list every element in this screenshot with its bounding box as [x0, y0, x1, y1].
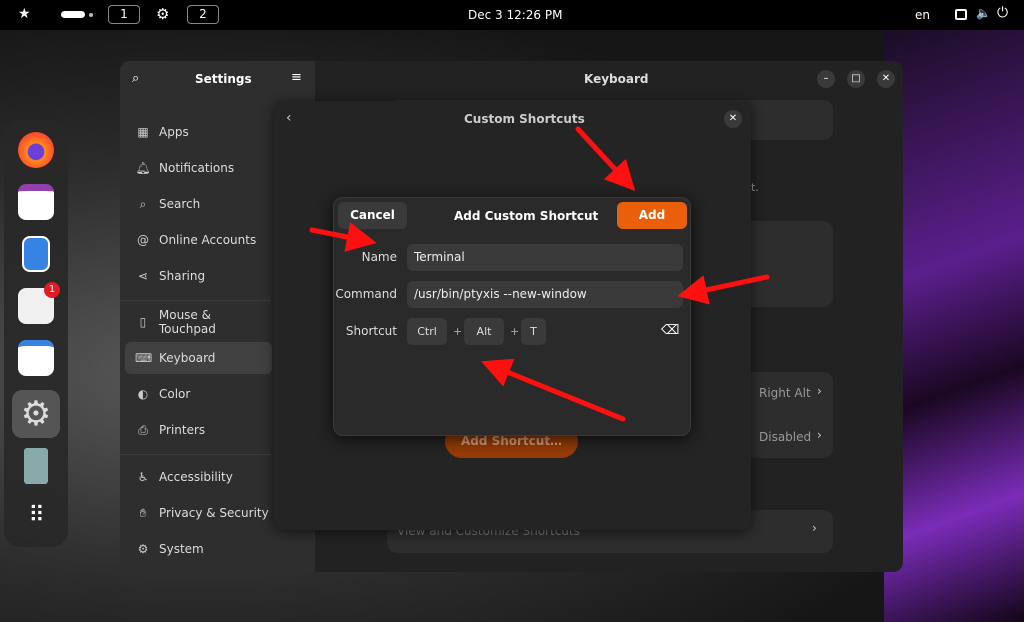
arrow-to-add-button — [575, 126, 636, 192]
arrow-to-command-field — [677, 274, 770, 305]
arrow-to-shortcut-keys — [481, 358, 626, 422]
annotation-arrows — [309, 126, 770, 422]
arrow-to-name-field — [309, 222, 377, 252]
